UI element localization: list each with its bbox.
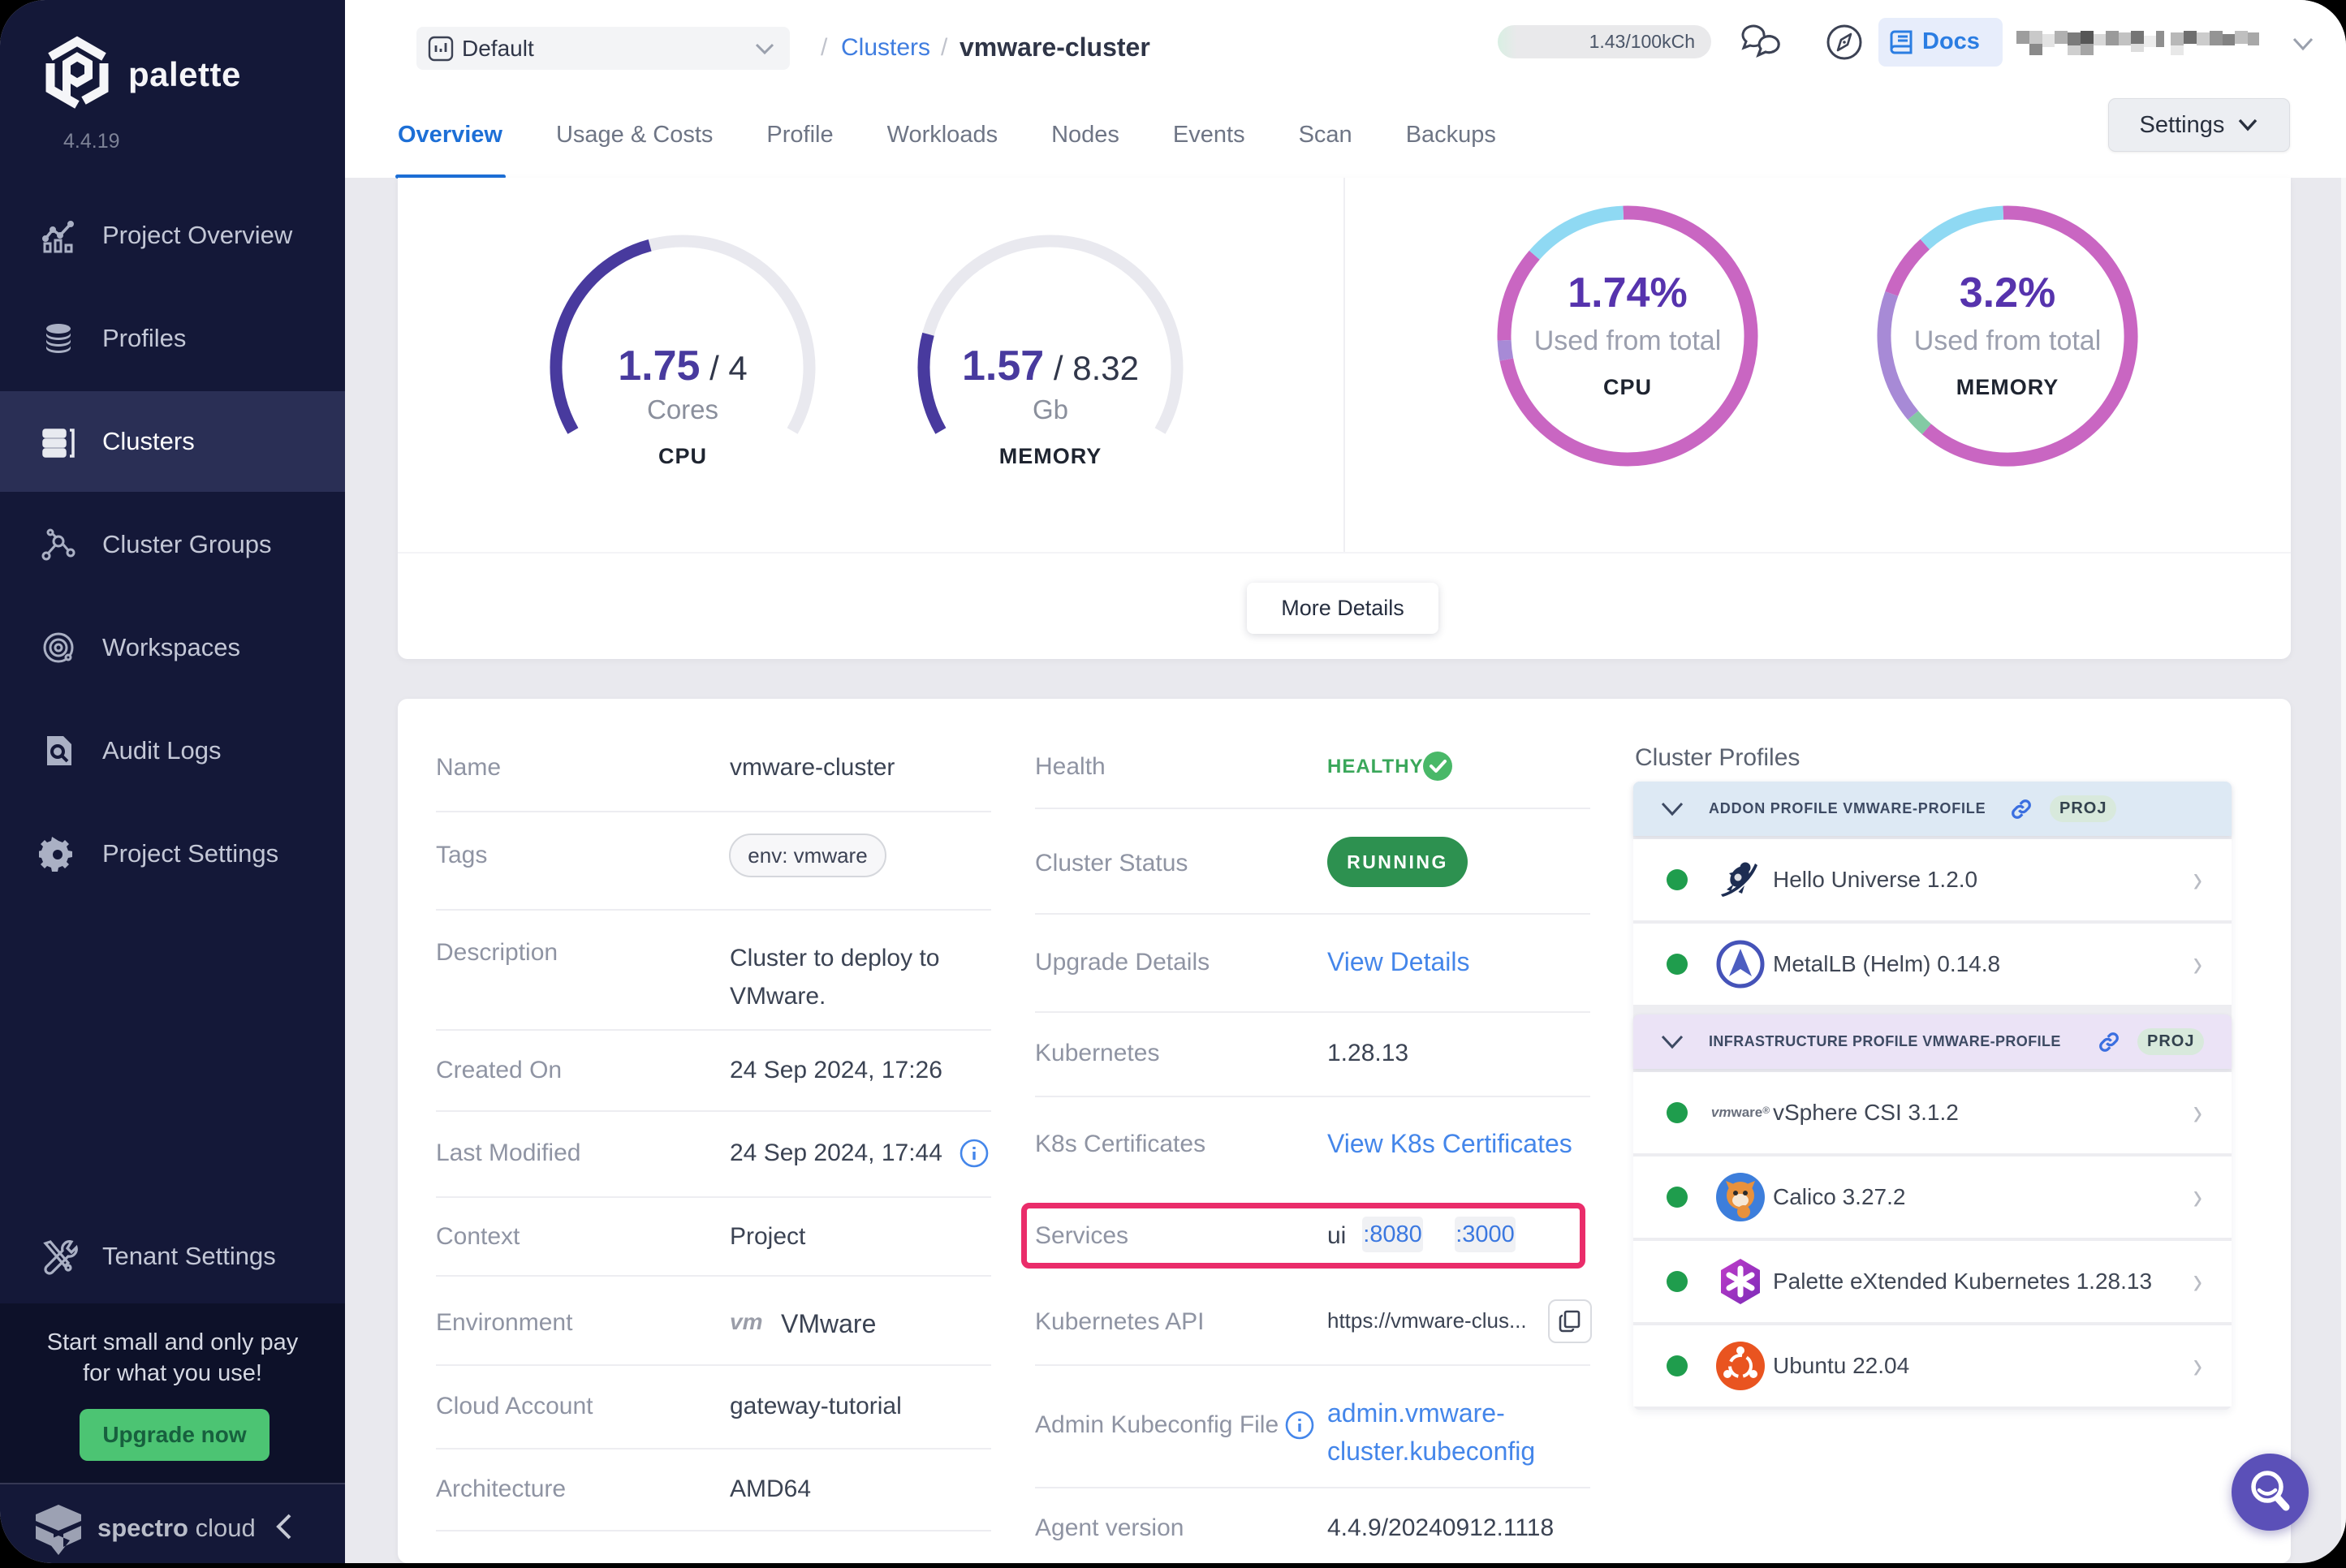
svg-text:MEMORY: MEMORY <box>999 444 1102 468</box>
svg-text:Used from total: Used from total <box>1914 325 2102 356</box>
svg-text:1.57 / 8.32: 1.57 / 8.32 <box>962 342 1139 390</box>
svg-text:Cores: Cores <box>647 394 718 424</box>
svg-text:Gb: Gb <box>1033 394 1068 424</box>
svg-text:MEMORY: MEMORY <box>1956 375 2059 399</box>
svg-text:CPU: CPU <box>1603 375 1652 399</box>
svg-text:3.2%: 3.2% <box>1960 269 2056 317</box>
svg-text:1.74%: 1.74% <box>1568 269 1687 317</box>
svg-text:Used from total: Used from total <box>1534 325 1722 356</box>
svg-text:1.75 / 4: 1.75 / 4 <box>618 342 748 390</box>
svg-text:CPU: CPU <box>658 444 707 468</box>
